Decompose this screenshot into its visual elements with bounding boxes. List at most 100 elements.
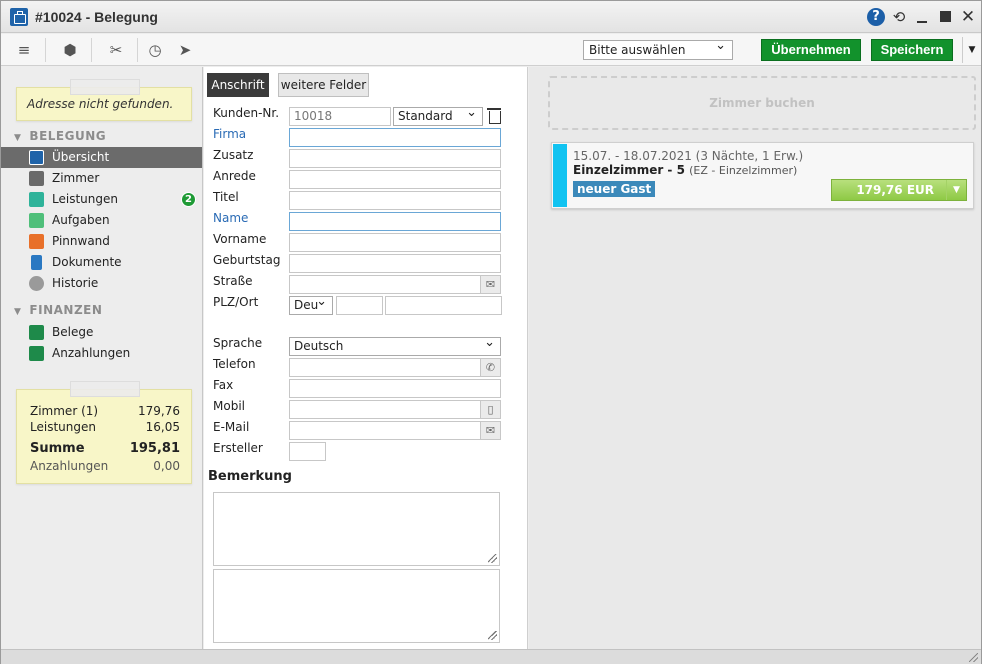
email-icon[interactable]: ✉ xyxy=(481,421,501,440)
documents-icon xyxy=(31,255,42,270)
birthday-field[interactable] xyxy=(289,254,501,273)
summary-services-value: 16,05 xyxy=(145,420,180,434)
street-field[interactable] xyxy=(289,275,481,294)
menu-icon[interactable]: ≡ xyxy=(14,40,34,60)
firstname-label: Vorname xyxy=(213,232,267,246)
chevron-down-icon[interactable]: ▼ xyxy=(946,180,966,200)
price-button[interactable]: 179,76 EUR ▼ xyxy=(831,179,967,201)
sidebar-item-rooms[interactable]: Zimmer xyxy=(1,168,202,189)
sidebar-item-services[interactable]: Leistungen 2 xyxy=(1,189,202,210)
help-icon[interactable]: ? xyxy=(867,8,885,26)
birthday-label: Geburtstag xyxy=(213,253,281,267)
mobile-icon[interactable]: ▯ xyxy=(481,400,501,419)
send-icon[interactable]: ➤ xyxy=(175,40,195,60)
chevron-down-icon[interactable]: ▼ xyxy=(962,37,981,63)
tasks-icon xyxy=(29,213,44,228)
zip-field[interactable] xyxy=(336,296,383,315)
city-field[interactable] xyxy=(385,296,502,315)
booking-card[interactable]: 15.07. - 18.07.2021 (3 Nächte, 1 Erw.) E… xyxy=(551,142,974,209)
email-label: E-Mail xyxy=(213,420,250,434)
section-finance[interactable]: ▼ FINANZEN xyxy=(14,303,102,317)
sidebar-item-overview[interactable]: Übersicht xyxy=(1,147,202,168)
name-field[interactable] xyxy=(289,212,501,231)
company-label: Firma xyxy=(213,127,247,141)
mobile-label: Mobil xyxy=(213,399,245,413)
firstname-field[interactable] xyxy=(289,233,501,252)
summary-total-row: Summe 195,81 xyxy=(30,441,180,456)
email-field[interactable] xyxy=(289,421,481,440)
sidebar-item-deposits[interactable]: Anzahlungen xyxy=(1,343,202,364)
section-booking[interactable]: ▼ BELEGUNG xyxy=(14,129,106,143)
sidebar: Adresse nicht gefunden. ▼ BELEGUNG Übersi… xyxy=(1,67,203,649)
tape-decoration xyxy=(70,381,140,397)
resize-grip-icon[interactable] xyxy=(969,653,978,662)
clock-globe-icon[interactable]: ◷ xyxy=(145,40,165,60)
save-button[interactable]: Speichern xyxy=(871,39,953,61)
maximize-icon[interactable] xyxy=(936,8,954,26)
addition-label: Zusatz xyxy=(213,148,254,162)
title-label: Titel xyxy=(213,190,239,204)
summary-services-row: Leistungen 16,05 xyxy=(30,420,180,434)
price-value: 179,76 EUR xyxy=(856,183,934,197)
trash-icon[interactable] xyxy=(486,107,502,125)
minimize-icon[interactable] xyxy=(913,8,931,26)
country-select[interactable]: Deu xyxy=(289,294,333,315)
summary-total-label: Summe xyxy=(30,441,85,456)
pinboard-icon xyxy=(29,234,44,249)
customer-no-field[interactable]: 10018 xyxy=(289,107,391,126)
envelope-icon[interactable]: ✉ xyxy=(481,275,501,294)
fax-field[interactable] xyxy=(289,379,501,398)
toolbar-divider xyxy=(45,38,46,62)
book-room-dropzone[interactable]: Zimmer buchen xyxy=(548,76,976,130)
refresh-icon[interactable]: ⟲ xyxy=(890,8,908,26)
company-field[interactable] xyxy=(289,128,501,147)
history-icon xyxy=(29,276,44,291)
booking-room-name: Einzelzimmer - 5 xyxy=(573,163,685,177)
tab-more-fields[interactable]: weitere Felder xyxy=(278,73,369,97)
mobile-field[interactable] xyxy=(289,400,481,419)
sidebar-item-label: Aufgaben xyxy=(52,213,110,227)
summary-rooms-label: Zimmer (1) xyxy=(30,404,99,418)
sidebar-item-label: Leistungen xyxy=(52,192,118,206)
remark-textarea-2[interactable] xyxy=(213,569,500,643)
application-window: #10024 - Belegung ? ⟲ ✕ ≡ ⬢ ✂ ◷ ➤ Bitte … xyxy=(0,0,982,664)
creator-field[interactable] xyxy=(289,442,326,461)
action-select[interactable]: Bitte auswählen xyxy=(583,38,733,60)
sidebar-item-pinboard[interactable]: Pinnwand xyxy=(1,231,202,252)
phone-label: Telefon xyxy=(213,357,256,371)
language-select[interactable]: Deutsch xyxy=(289,335,501,356)
tab-address[interactable]: Anschrift xyxy=(207,73,269,97)
sidebar-item-label: Historie xyxy=(52,276,99,290)
phone-icon[interactable]: ✆ xyxy=(481,358,501,377)
receipts-icon xyxy=(29,325,44,340)
address-notice: Adresse nicht gefunden. xyxy=(16,79,192,121)
sidebar-item-documents[interactable]: Dokumente xyxy=(1,252,202,273)
toolbar-divider xyxy=(91,38,92,62)
sidebar-item-label: Anzahlungen xyxy=(52,346,131,360)
new-guest-badge[interactable]: neuer Gast xyxy=(573,181,656,197)
overview-icon xyxy=(29,150,44,165)
salutation-field[interactable] xyxy=(289,170,501,189)
addition-field[interactable] xyxy=(289,149,501,168)
room-icon xyxy=(29,171,44,186)
sidebar-item-receipts[interactable]: Belege xyxy=(1,322,202,343)
name-label: Name xyxy=(213,211,249,225)
phone-field[interactable] xyxy=(289,358,481,377)
sidebar-item-tasks[interactable]: Aufgaben xyxy=(1,210,202,231)
close-icon[interactable]: ✕ xyxy=(959,8,977,26)
customer-no-label: Kunden-Nr. xyxy=(213,106,280,120)
title-bar: #10024 - Belegung ? ⟲ ✕ xyxy=(1,1,981,33)
booking-panel: Zimmer buchen 15.07. - 18.07.2021 (3 Näc… xyxy=(529,67,981,649)
remark-title: Bemerkung xyxy=(208,469,292,484)
title-field[interactable] xyxy=(289,191,501,210)
tools-icon[interactable]: ✂ xyxy=(106,40,126,60)
remark-textarea[interactable] xyxy=(213,492,500,566)
booking-status-stripe xyxy=(553,144,567,207)
toolbar-divider xyxy=(137,38,138,62)
sidebar-item-history[interactable]: Historie xyxy=(1,273,202,294)
customer-type-select[interactable]: Standard xyxy=(393,105,483,126)
summary-deposits-label: Anzahlungen xyxy=(30,459,109,473)
apply-button[interactable]: Übernehmen xyxy=(761,39,861,61)
cube-icon[interactable]: ⬢ xyxy=(60,40,80,60)
booking-dates: 15.07. - 18.07.2021 (3 Nächte, 1 Erw.) xyxy=(573,149,804,163)
